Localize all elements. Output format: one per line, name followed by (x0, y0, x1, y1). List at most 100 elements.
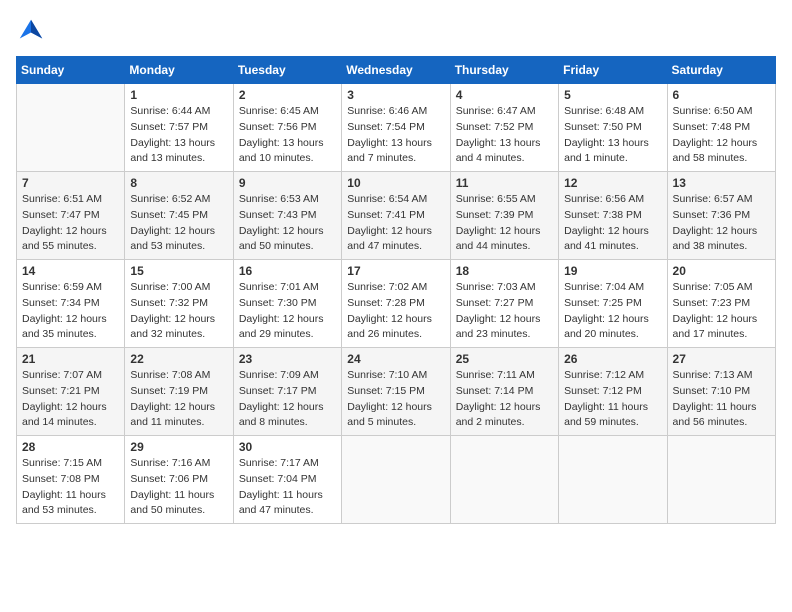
calendar-cell: 10 Sunrise: 6:54 AM Sunset: 7:41 PM Dayli… (342, 172, 450, 260)
weekday-header-saturday: Saturday (667, 57, 775, 84)
calendar-cell: 8Sunrise: 6:52 AM Sunset: 7:45 PM Daylig… (125, 172, 233, 260)
day-info: Sunrise: 7:12 AM Sunset: 7:12 PM Dayligh… (564, 368, 661, 431)
day-info: Sunrise: 6:52 AM Sunset: 7:45 PM Dayligh… (130, 192, 227, 255)
calendar-cell: 5Sunrise: 6:48 AM Sunset: 7:50 PM Daylig… (559, 84, 667, 172)
day-number: 1 (130, 88, 227, 102)
calendar-cell: 13 Sunrise: 6:57 AM Sunset: 7:36 PM Dayli… (667, 172, 775, 260)
day-info: Sunrise: 7:10 AM Sunset: 7:15 PM Dayligh… (347, 368, 444, 431)
weekday-header-sunday: Sunday (17, 57, 125, 84)
day-info: Sunrise: 6:57 AM Sunset: 7:36 PM Dayligh… (673, 192, 770, 255)
day-info: Sunrise: 7:11 AM Sunset: 7:14 PM Dayligh… (456, 368, 553, 431)
day-number: 11 (456, 176, 553, 190)
day-number: 17 (347, 264, 444, 278)
calendar-week-3: 14Sunrise: 6:59 AM Sunset: 7:34 PM Dayli… (17, 260, 776, 348)
day-number: 19 (564, 264, 661, 278)
calendar-cell: 15 Sunrise: 7:00 AM Sunset: 7:32 PM Dayli… (125, 260, 233, 348)
day-info: Sunrise: 7:16 AM Sunset: 7:06 PM Dayligh… (130, 456, 227, 519)
day-info: Sunrise: 6:45 AM Sunset: 7:56 PM Dayligh… (239, 104, 336, 167)
day-info: Sunrise: 7:07 AM Sunset: 7:21 PM Dayligh… (22, 368, 119, 431)
day-number: 18 (456, 264, 553, 278)
day-number: 10 (347, 176, 444, 190)
calendar-cell: 17 Sunrise: 7:02 AM Sunset: 7:28 PM Dayli… (342, 260, 450, 348)
day-info: Sunrise: 7:00 AM Sunset: 7:32 PM Dayligh… (130, 280, 227, 343)
calendar-cell: 4 Sunrise: 6:47 AM Sunset: 7:52 PM Daylig… (450, 84, 558, 172)
calendar-week-5: 28 Sunrise: 7:15 AM Sunset: 7:08 PM Dayli… (17, 436, 776, 524)
day-number: 27 (673, 352, 770, 366)
day-info: Sunrise: 6:55 AM Sunset: 7:39 PM Dayligh… (456, 192, 553, 255)
day-info: Sunrise: 7:03 AM Sunset: 7:27 PM Dayligh… (456, 280, 553, 343)
day-number: 9 (239, 176, 336, 190)
day-number: 6 (673, 88, 770, 102)
calendar-cell: 1 Sunrise: 6:44 AM Sunset: 7:57 PM Daylig… (125, 84, 233, 172)
day-number: 28 (22, 440, 119, 454)
day-number: 4 (456, 88, 553, 102)
day-number: 20 (673, 264, 770, 278)
calendar-cell: 9 Sunrise: 6:53 AM Sunset: 7:43 PM Daylig… (233, 172, 341, 260)
day-info: Sunrise: 7:08 AM Sunset: 7:19 PM Dayligh… (130, 368, 227, 431)
day-number: 24 (347, 352, 444, 366)
day-info: Sunrise: 7:01 AM Sunset: 7:30 PM Dayligh… (239, 280, 336, 343)
calendar-cell: 30 Sunrise: 7:17 AM Sunset: 7:04 PM Dayli… (233, 436, 341, 524)
day-number: 3 (347, 88, 444, 102)
calendar-cell: 26 Sunrise: 7:12 AM Sunset: 7:12 PM Dayli… (559, 348, 667, 436)
calendar-cell: 22 Sunrise: 7:08 AM Sunset: 7:19 PM Dayli… (125, 348, 233, 436)
day-info: Sunrise: 7:17 AM Sunset: 7:04 PM Dayligh… (239, 456, 336, 519)
day-info: Sunrise: 6:56 AM Sunset: 7:38 PM Dayligh… (564, 192, 661, 255)
page-header (16, 16, 776, 46)
day-info: Sunrise: 6:54 AM Sunset: 7:41 PM Dayligh… (347, 192, 444, 255)
day-info: Sunrise: 6:50 AM Sunset: 7:48 PM Dayligh… (673, 104, 770, 167)
day-number: 16 (239, 264, 336, 278)
day-number: 15 (130, 264, 227, 278)
weekday-header-thursday: Thursday (450, 57, 558, 84)
calendar-week-4: 21 Sunrise: 7:07 AM Sunset: 7:21 PM Dayli… (17, 348, 776, 436)
weekday-header-tuesday: Tuesday (233, 57, 341, 84)
weekday-header-row: SundayMondayTuesdayWednesdayThursdayFrid… (17, 57, 776, 84)
day-number: 21 (22, 352, 119, 366)
calendar-cell: 12 Sunrise: 6:56 AM Sunset: 7:38 PM Dayli… (559, 172, 667, 260)
day-info: Sunrise: 7:04 AM Sunset: 7:25 PM Dayligh… (564, 280, 661, 343)
calendar-week-1: 1 Sunrise: 6:44 AM Sunset: 7:57 PM Daylig… (17, 84, 776, 172)
calendar-cell: 29Sunrise: 7:16 AM Sunset: 7:06 PM Dayli… (125, 436, 233, 524)
day-number: 22 (130, 352, 227, 366)
calendar-cell: 7 Sunrise: 6:51 AM Sunset: 7:47 PM Daylig… (17, 172, 125, 260)
day-info: Sunrise: 6:47 AM Sunset: 7:52 PM Dayligh… (456, 104, 553, 167)
calendar-cell: 20Sunrise: 7:05 AM Sunset: 7:23 PM Dayli… (667, 260, 775, 348)
calendar-cell: 19 Sunrise: 7:04 AM Sunset: 7:25 PM Dayli… (559, 260, 667, 348)
calendar-cell: 24 Sunrise: 7:10 AM Sunset: 7:15 PM Dayli… (342, 348, 450, 436)
day-number: 12 (564, 176, 661, 190)
calendar-cell (667, 436, 775, 524)
weekday-header-monday: Monday (125, 57, 233, 84)
logo-icon (16, 16, 46, 46)
logo (16, 16, 50, 46)
day-info: Sunrise: 6:51 AM Sunset: 7:47 PM Dayligh… (22, 192, 119, 255)
calendar-cell: 21 Sunrise: 7:07 AM Sunset: 7:21 PM Dayli… (17, 348, 125, 436)
weekday-header-wednesday: Wednesday (342, 57, 450, 84)
day-info: Sunrise: 6:53 AM Sunset: 7:43 PM Dayligh… (239, 192, 336, 255)
calendar-cell: 14Sunrise: 6:59 AM Sunset: 7:34 PM Dayli… (17, 260, 125, 348)
calendar-cell: 25 Sunrise: 7:11 AM Sunset: 7:14 PM Dayli… (450, 348, 558, 436)
day-number: 25 (456, 352, 553, 366)
day-info: Sunrise: 6:46 AM Sunset: 7:54 PM Dayligh… (347, 104, 444, 167)
calendar-cell: 6 Sunrise: 6:50 AM Sunset: 7:48 PM Daylig… (667, 84, 775, 172)
day-info: Sunrise: 7:02 AM Sunset: 7:28 PM Dayligh… (347, 280, 444, 343)
day-info: Sunrise: 7:15 AM Sunset: 7:08 PM Dayligh… (22, 456, 119, 519)
calendar-cell: 3 Sunrise: 6:46 AM Sunset: 7:54 PM Daylig… (342, 84, 450, 172)
calendar-cell (450, 436, 558, 524)
calendar-cell: 16 Sunrise: 7:01 AM Sunset: 7:30 PM Dayli… (233, 260, 341, 348)
day-number: 30 (239, 440, 336, 454)
calendar-week-2: 7 Sunrise: 6:51 AM Sunset: 7:47 PM Daylig… (17, 172, 776, 260)
day-number: 14 (22, 264, 119, 278)
calendar-cell (17, 84, 125, 172)
weekday-header-friday: Friday (559, 57, 667, 84)
day-number: 7 (22, 176, 119, 190)
calendar-table: SundayMondayTuesdayWednesdayThursdayFrid… (16, 56, 776, 524)
calendar-cell: 23Sunrise: 7:09 AM Sunset: 7:17 PM Dayli… (233, 348, 341, 436)
day-number: 13 (673, 176, 770, 190)
day-number: 26 (564, 352, 661, 366)
day-number: 5 (564, 88, 661, 102)
calendar-cell (559, 436, 667, 524)
calendar-cell: 27 Sunrise: 7:13 AM Sunset: 7:10 PM Dayli… (667, 348, 775, 436)
day-info: Sunrise: 6:44 AM Sunset: 7:57 PM Dayligh… (130, 104, 227, 167)
day-number: 23 (239, 352, 336, 366)
day-info: Sunrise: 7:13 AM Sunset: 7:10 PM Dayligh… (673, 368, 770, 431)
